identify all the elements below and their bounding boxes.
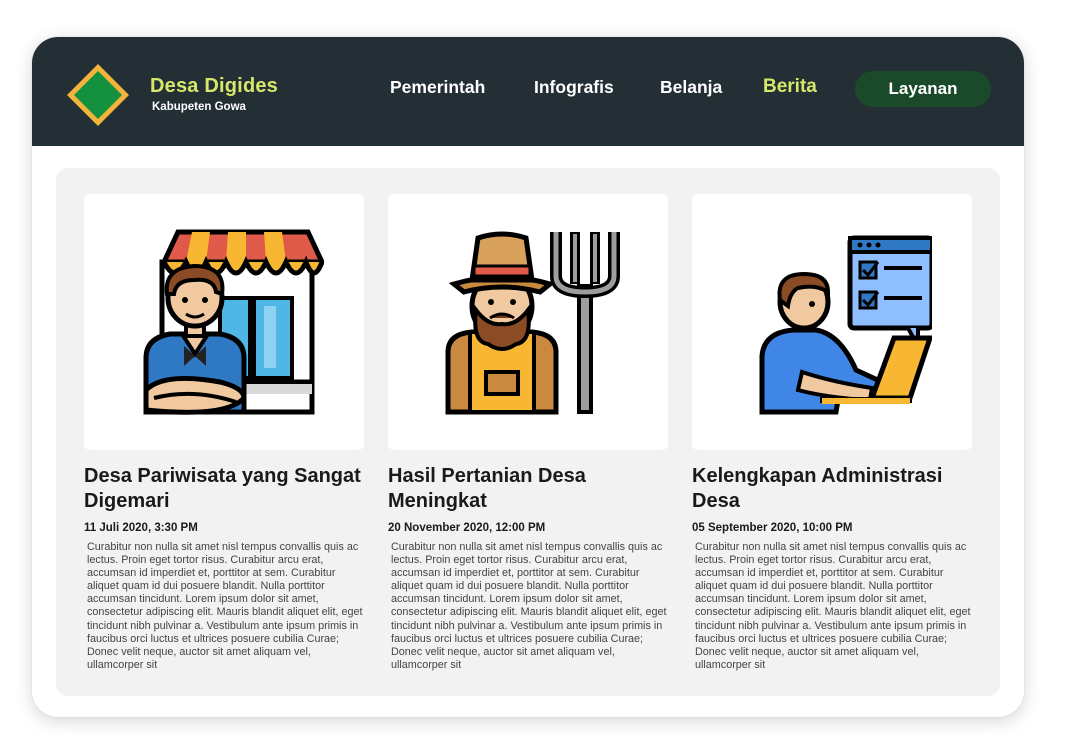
village-logo-icon[interactable] bbox=[66, 63, 130, 127]
nav-berita[interactable]: Berita bbox=[763, 76, 817, 98]
brand-title[interactable]: Desa Digides bbox=[150, 75, 278, 98]
news-card-date: 11 Juli 2020, 3:30 PM bbox=[84, 522, 198, 534]
farmer-icon bbox=[445, 231, 620, 415]
news-card-title[interactable]: Kelengkapan Administrasi Desa bbox=[692, 464, 992, 514]
news-card-image[interactable] bbox=[388, 194, 668, 450]
top-navbar: Desa Digides Kabupeten Gowa Pemerintah I… bbox=[32, 37, 1024, 146]
news-section: Desa Pariwisata yang Sangat Digemari 11 … bbox=[56, 168, 1000, 696]
nav-belanja[interactable]: Belanja bbox=[660, 77, 722, 98]
shopkeeper-icon bbox=[143, 229, 324, 415]
news-card[interactable]: Desa Pariwisata yang Sangat Digemari 11 … bbox=[84, 194, 364, 671]
news-card-date: 20 November 2020, 12:00 PM bbox=[388, 522, 546, 534]
news-card[interactable]: Kelengkapan Administrasi Desa 05 Septemb… bbox=[692, 194, 972, 671]
news-card-title[interactable]: Desa Pariwisata yang Sangat Digemari bbox=[84, 464, 384, 514]
brand-subtitle: Kabupeten Gowa bbox=[152, 101, 246, 113]
nav-pemerintah[interactable]: Pemerintah bbox=[390, 77, 485, 98]
news-card-excerpt: Curabitur non nulla sit amet nisl tempus… bbox=[695, 541, 971, 671]
online-admin-icon bbox=[759, 235, 932, 415]
news-card-title[interactable]: Hasil Pertanian Desa Meningkat bbox=[388, 464, 688, 514]
news-card[interactable]: Hasil Pertanian Desa Meningkat 20 Novemb… bbox=[388, 194, 668, 671]
news-card-date: 05 September 2020, 10:00 PM bbox=[692, 522, 853, 534]
news-card-excerpt: Curabitur non nulla sit amet nisl tempus… bbox=[391, 541, 667, 671]
news-card-image[interactable] bbox=[84, 194, 364, 450]
nav-infografis[interactable]: Infografis bbox=[534, 77, 614, 98]
app-window: Desa Digides Kabupeten Gowa Pemerintah I… bbox=[32, 37, 1024, 717]
news-card-image[interactable] bbox=[692, 194, 972, 450]
layanan-button[interactable]: Layanan bbox=[855, 71, 991, 107]
news-card-excerpt: Curabitur non nulla sit amet nisl tempus… bbox=[87, 541, 363, 671]
